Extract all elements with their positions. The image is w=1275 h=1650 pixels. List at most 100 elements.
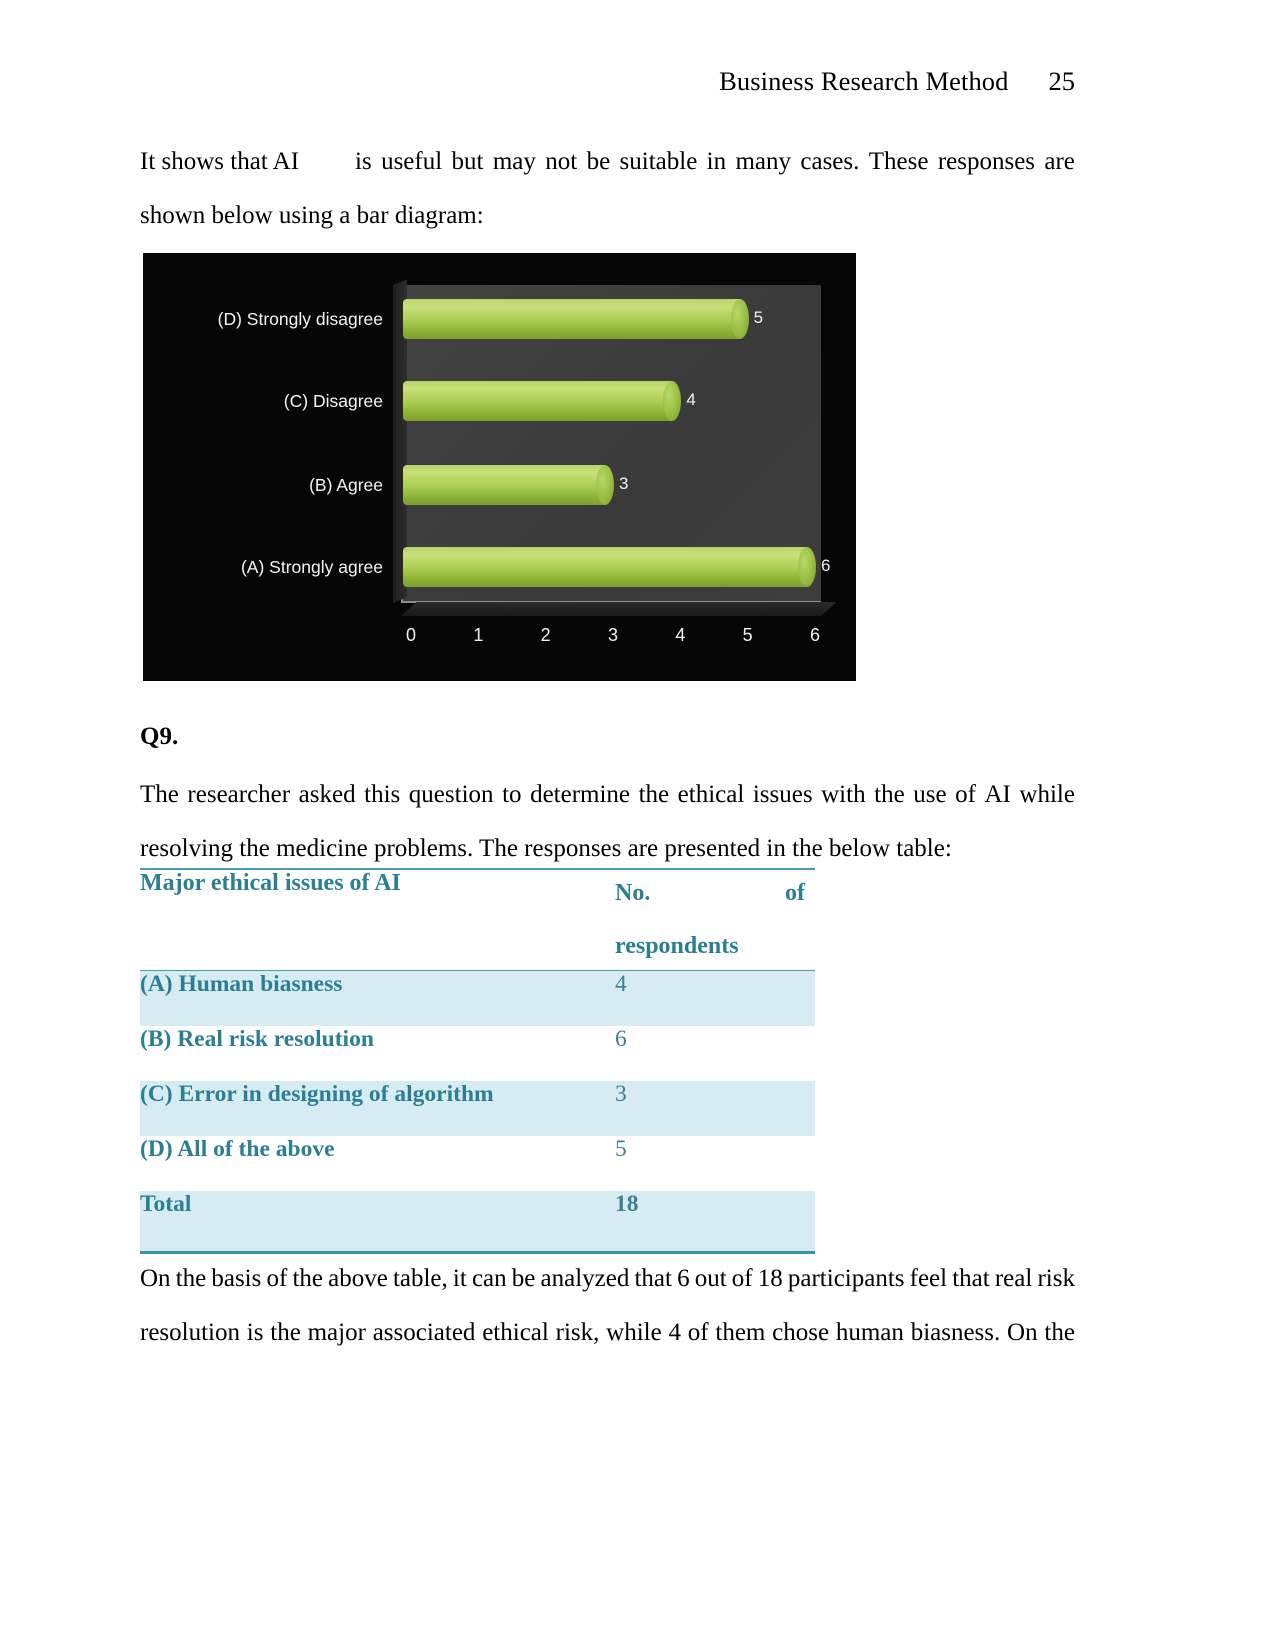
final1-word-7: it <box>452 1265 467 1292</box>
table-cell-value-1: 6 <box>615 1025 627 1052</box>
final2-word-11: chose <box>772 1319 830 1346</box>
chart-x-tick-5: 5 <box>742 625 753 645</box>
final2-word-4: associated <box>372 1319 476 1346</box>
intro-word-11: responses <box>937 148 1036 175</box>
final2-word-9: of <box>687 1319 709 1346</box>
intro-word-5: be <box>586 148 611 175</box>
question-line-1: The researcher asked this question to determin… <box>140 768 1075 822</box>
final1-word-5: above <box>328 1265 388 1292</box>
chart-x-axis: 0 1 2 3 4 5 6 <box>393 625 833 653</box>
final2-word-12: human <box>835 1319 904 1346</box>
question-word-0: The <box>140 781 179 808</box>
chart-category-label-2: (C) Disagree <box>283 391 383 411</box>
table-header-row: Major ethical issues of AI No. of respon… <box>140 869 815 971</box>
bar-value-label-3: 5 <box>753 308 764 327</box>
question-word-15: while <box>1019 781 1075 808</box>
intro-word-12: are <box>1044 148 1075 175</box>
table-header-col2-respondents: respondents <box>615 933 739 959</box>
chart-category-label-1: (B) Agree <box>309 475 383 495</box>
table-cell-value-2: 3 <box>615 1080 627 1107</box>
bar-chart-figure: (A) Strongly agree (B) Agree (C) Disagree (… <box>143 253 856 681</box>
intro-word-9: cases. <box>800 148 860 175</box>
intro-word-0: is <box>355 148 372 175</box>
intro-word-2: but <box>451 148 484 175</box>
final2-word-6: risk, <box>555 1319 600 1346</box>
table-total-label: Total <box>140 1190 192 1217</box>
final-paragraph: On the basis of the above table, it can be analyze… <box>140 1252 1075 1360</box>
table-header-col1: Major ethical issues of AI <box>140 870 401 896</box>
chart-category-label-0: (A) Strongly agree <box>240 557 383 577</box>
final1-word-4: the <box>292 1265 323 1292</box>
question-word-6: determine <box>530 781 631 808</box>
chart-x-tick-0: 0 <box>405 625 417 645</box>
table-cell-value-0: 4 <box>615 971 627 997</box>
bar-body-3 <box>403 299 749 339</box>
final2-word-14: On <box>1007 1319 1038 1346</box>
bar-body-1 <box>403 465 614 505</box>
chart-x-tick-4: 4 <box>675 625 686 645</box>
bar-value-label-2: 4 <box>686 390 696 409</box>
question-word-12: use <box>913 781 947 808</box>
intro-line-1-start: It shows that AI <box>140 148 300 175</box>
document-page: Business Research Method 25 It shows tha… <box>0 0 1275 1650</box>
table-cell-value-3: 5 <box>615 1135 627 1162</box>
final1-word-13: out <box>694 1265 727 1292</box>
question-paragraph: The researcher asked this question to determin… <box>140 768 1075 876</box>
final1-word-16: participants <box>787 1265 905 1292</box>
question-word-5: to <box>502 781 522 808</box>
question-word-3: this <box>364 781 401 808</box>
intro-word-10: These <box>868 148 929 175</box>
final2-word-13: biasness. <box>910 1319 1001 1346</box>
final2-word-3: major <box>307 1319 366 1346</box>
final2-word-5: ethical <box>482 1319 549 1346</box>
responses-table: Major ethical issues of AI No. of respon… <box>140 868 815 1254</box>
table-body: (A) Human biasness 4 (B) Real risk resolut… <box>140 970 815 1253</box>
final2-word-8: 4 <box>668 1319 681 1346</box>
table-header-col2-of: of <box>785 880 805 906</box>
final-line-1: On the basis of the above table, it can be analyze… <box>140 1252 1075 1306</box>
final1-word-0: On <box>140 1265 171 1292</box>
question-word-8: ethical <box>677 781 745 808</box>
intro-line-1-words: is useful but may not be suitable in many cases. T… <box>355 135 1075 189</box>
intro-paragraph: It shows that AI is useful but may not be suit… <box>140 135 1075 243</box>
intro-word-7: in <box>706 148 727 175</box>
intro-word-4: not <box>545 148 578 175</box>
chart-x-tick-1: 1 <box>473 625 484 645</box>
chart-category-label-3: (D) Strongly disagree <box>217 309 383 329</box>
final2-word-1: is <box>246 1319 264 1346</box>
question-word-4: question <box>408 781 494 808</box>
page-number: 25 <box>1048 66 1076 96</box>
question-word-7: the <box>638 781 670 808</box>
question-number: Q9. <box>140 723 179 750</box>
table-cell-label-1: (B) Real risk resolution <box>140 1025 374 1052</box>
table-cell-label-0: (A) Human biasness <box>140 971 343 997</box>
responses-table-wrapper: Major ethical issues of AI No. of respon… <box>140 868 815 1254</box>
question-word-13: of <box>955 781 976 808</box>
table-row: (B) Real risk resolution 6 <box>140 1025 815 1081</box>
chart-category-labels: (A) Strongly agree (B) Agree (C) Disagree (… <box>143 285 383 615</box>
final1-word-1: the <box>175 1265 207 1292</box>
table-header-col2-no: No. <box>615 880 651 906</box>
table-row: (C) Error in designing of algorithm 3 <box>140 1080 815 1136</box>
final2-word-7: while <box>606 1319 662 1346</box>
chart-x-tick-6: 6 <box>809 625 821 645</box>
final1-word-12: 6 <box>677 1265 690 1292</box>
table-cell-label-3: (D) All of the above <box>140 1135 335 1162</box>
intro-line-1: It shows that AI is useful but may not be suit… <box>140 135 1075 189</box>
intro-word-1: useful <box>381 148 443 175</box>
question-word-14: AI <box>984 781 1011 808</box>
intro-line-2: shown below using a bar diagram: <box>140 202 484 229</box>
page-header: Business Research Method 25 <box>140 66 1075 97</box>
chart-plot-area: 6 3 4 5 <box>393 279 837 616</box>
final2-word-0: resolution <box>140 1319 240 1346</box>
table-cell-label-2: (C) Error in designing of algorithm <box>140 1080 494 1107</box>
question-word-2: asked <box>298 781 356 808</box>
final1-word-17: feel <box>909 1265 948 1292</box>
table-total-row: Total 18 <box>140 1190 815 1253</box>
final1-word-2: basis <box>211 1265 262 1292</box>
intro-word-3: may <box>492 148 536 175</box>
final1-word-18: that <box>952 1265 990 1292</box>
final2-word-2: the <box>270 1319 301 1346</box>
final1-word-14: of <box>731 1265 753 1292</box>
final1-word-8: can <box>471 1265 507 1292</box>
